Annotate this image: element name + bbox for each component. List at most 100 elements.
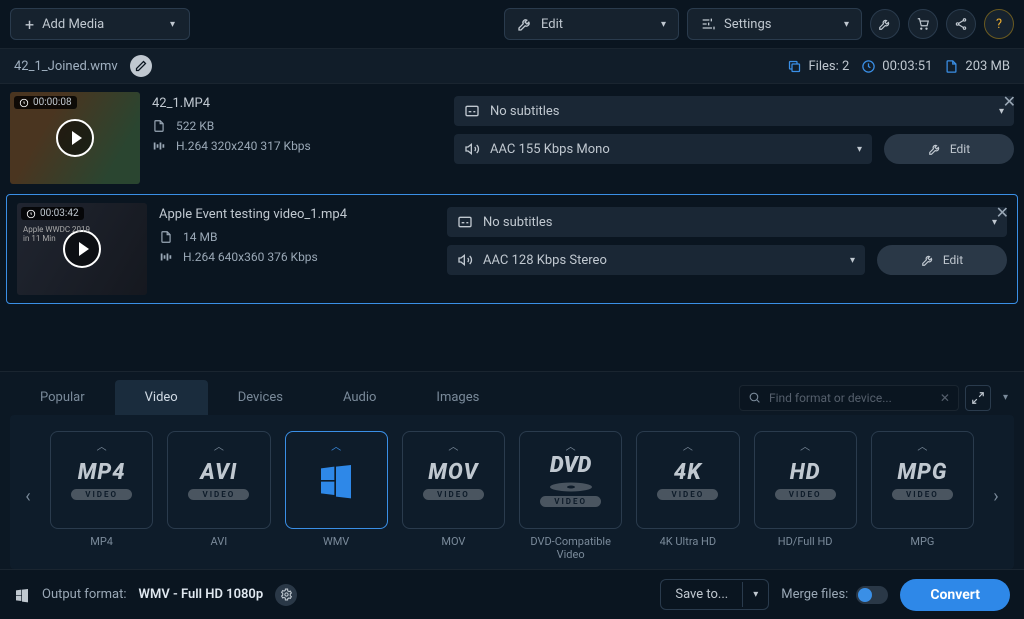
tools-icon — [921, 253, 935, 267]
file-row[interactable]: 00:00:08 42_1.MP4 522 KB H.264 320x240 3… — [0, 84, 1024, 192]
merge-toggle[interactable] — [856, 586, 888, 604]
edit-dropdown[interactable]: Edit ▾ — [504, 8, 679, 40]
format-label: MOV — [441, 535, 465, 548]
format-card-mov[interactable]: ︿MOVVIDEOMOV — [402, 431, 505, 561]
edit-file-button[interactable]: Edit — [877, 245, 1007, 275]
cart-button[interactable] — [908, 9, 938, 39]
file-count-stat: Files: 2 — [787, 59, 849, 74]
format-card-dvd-compatible-video[interactable]: ︿DVDVIDEODVD-Compatible Video — [519, 431, 622, 561]
output-settings-button[interactable] — [275, 584, 297, 606]
copy-icon — [787, 59, 802, 74]
duration-badge: 00:00:08 — [14, 96, 77, 109]
format-card-hd-full-hd[interactable]: ︿HDVIDEOHD/Full HD — [754, 431, 857, 561]
save-to-button[interactable]: Save to... ▾ — [660, 579, 769, 610]
gear-icon — [280, 588, 293, 601]
format-tabs: Popular Video Devices Audio Images Find … — [10, 380, 1014, 415]
chevron-down-icon: ▾ — [170, 19, 175, 30]
tab-popular[interactable]: Popular — [10, 380, 115, 415]
format-card-wmv[interactable]: ︿WMV — [285, 431, 388, 561]
subtitles-icon — [457, 214, 473, 230]
file-icon — [152, 119, 166, 133]
share-icon — [954, 17, 968, 31]
duration-stat: 00:03:51 — [861, 59, 932, 74]
chevron-up-icon: ︿ — [448, 438, 458, 453]
summary-bar: 42_1_Joined.wmv Files: 2 00:03:51 203 MB — [0, 48, 1024, 84]
wrench-button[interactable] — [870, 9, 900, 39]
clock-icon — [26, 209, 36, 219]
files-list: 00:00:08 42_1.MP4 522 KB H.264 320x240 3… — [0, 84, 1024, 371]
chevron-down-icon: ▾ — [844, 19, 849, 30]
format-label: HD/Full HD — [778, 535, 833, 548]
cart-icon — [916, 17, 930, 31]
remove-file-button[interactable]: ✕ — [1003, 92, 1016, 111]
share-button[interactable] — [946, 9, 976, 39]
add-media-button[interactable]: + Add Media ▾ — [10, 8, 190, 40]
expand-icon — [971, 391, 985, 405]
edit-label: Edit — [541, 17, 563, 32]
chevron-down-icon: ▾ — [661, 19, 666, 30]
codec-icon — [159, 250, 173, 264]
format-search-input[interactable]: Find format or device... ✕ — [739, 385, 959, 411]
format-card-4k-ultra-hd[interactable]: ︿4KVIDEO4K Ultra HD — [636, 431, 739, 561]
audio-icon — [457, 252, 473, 268]
format-card-avi[interactable]: ︿AVIVIDEOAVI — [167, 431, 270, 561]
sliders-icon — [700, 16, 716, 32]
file-icon — [159, 230, 173, 244]
file-row[interactable]: 00:03:42 Apple WWDC 2019in 11 Min Apple … — [6, 194, 1018, 304]
convert-button[interactable]: Convert — [900, 579, 1010, 611]
file-size: 522 KB — [152, 119, 442, 133]
help-button[interactable]: ? — [984, 9, 1014, 39]
format-label: DVD-Compatible Video — [519, 535, 622, 561]
clear-search-button[interactable]: ✕ — [940, 391, 950, 405]
output-format-value: WMV - Full HD 1080p — [139, 587, 264, 602]
audio-dropdown[interactable]: AAC 155 Kbps Mono▾ — [454, 134, 872, 164]
audio-dropdown[interactable]: AAC 128 Kbps Stereo▾ — [447, 245, 865, 275]
thumbnail[interactable]: 00:03:42 Apple WWDC 2019in 11 Min — [17, 203, 147, 295]
format-card-mpg[interactable]: ︿MPGVIDEOMPG — [871, 431, 974, 561]
expand-formats-button[interactable] — [965, 385, 991, 411]
play-icon — [56, 119, 94, 157]
clock-icon — [861, 59, 876, 74]
duration-badge: 00:03:42 — [21, 207, 84, 220]
audio-icon — [464, 141, 480, 157]
tab-audio[interactable]: Audio — [313, 380, 406, 415]
edit-filename-button[interactable] — [130, 55, 152, 77]
chevron-up-icon: ︿ — [800, 438, 810, 453]
tab-video[interactable]: Video — [115, 380, 208, 415]
format-label: MP4 — [90, 535, 113, 548]
file-options: No subtitles▾ AAC 128 Kbps Stereo▾ Edit — [447, 203, 1007, 295]
wrench-icon — [878, 17, 892, 31]
output-format-label: Output format: — [42, 587, 127, 602]
edit-file-button[interactable]: Edit — [884, 134, 1014, 164]
scroll-right-button[interactable]: › — [984, 431, 1008, 561]
chevron-down-icon: ▾ — [850, 255, 855, 266]
search-icon — [748, 391, 761, 404]
chevron-up-icon: ︿ — [683, 438, 693, 453]
settings-dropdown[interactable]: Settings ▾ — [687, 8, 862, 40]
windows-icon — [14, 587, 30, 603]
tab-devices[interactable]: Devices — [208, 380, 313, 415]
collapse-panel-button[interactable]: ▾ — [997, 388, 1014, 407]
subtitles-icon — [464, 103, 480, 119]
tab-images[interactable]: Images — [406, 380, 509, 415]
chevron-down-icon: ▾ — [742, 582, 768, 607]
merge-files-control: Merge files: — [781, 586, 888, 604]
thumbnail[interactable]: 00:00:08 — [10, 92, 140, 184]
remove-file-button[interactable]: ✕ — [996, 203, 1009, 222]
format-label: 4K Ultra HD — [660, 535, 717, 548]
output-filename: 42_1_Joined.wmv — [14, 59, 118, 74]
format-label: AVI — [211, 535, 228, 548]
subtitles-dropdown[interactable]: No subtitles▾ — [447, 207, 1007, 237]
scroll-left-button[interactable]: ‹ — [16, 431, 40, 561]
subtitles-dropdown[interactable]: No subtitles▾ — [454, 96, 1014, 126]
chevron-down-icon: ▾ — [857, 144, 862, 155]
format-card-mp4[interactable]: ︿MP4VIDEOMP4 — [50, 431, 153, 561]
windows-logo-icon — [316, 460, 356, 500]
add-media-label: Add Media — [42, 17, 104, 32]
file-details: Apple Event testing video_1.mp4 14 MB H.… — [159, 203, 435, 295]
settings-label: Settings — [724, 17, 771, 32]
pencil-icon — [135, 60, 147, 72]
chevron-up-icon: ︿ — [917, 438, 927, 453]
clock-icon — [19, 98, 29, 108]
size-stat: 203 MB — [944, 59, 1010, 74]
